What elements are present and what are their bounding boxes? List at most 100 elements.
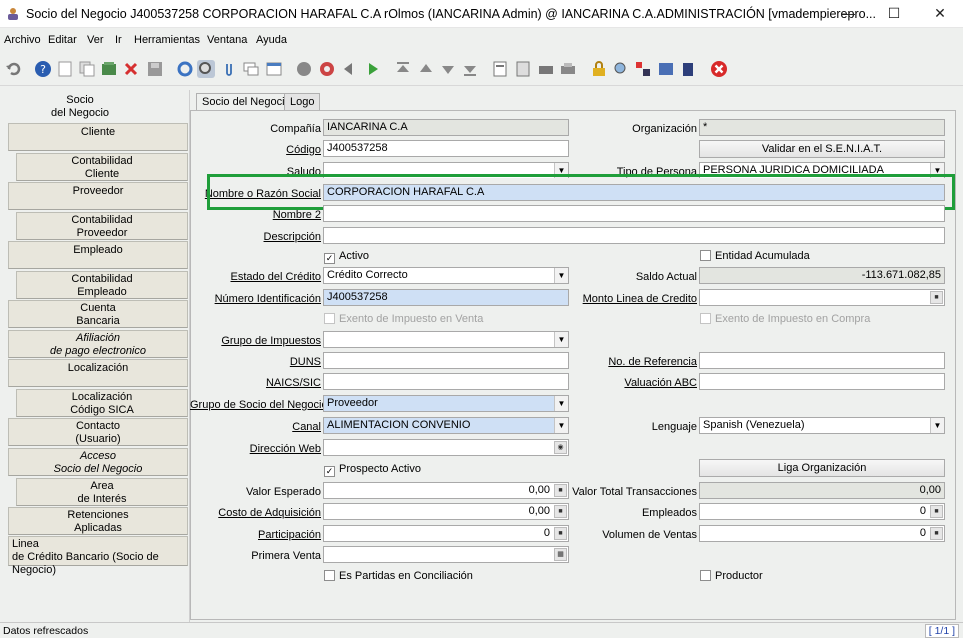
- grupo-impuestos-select[interactable]: ▼: [323, 331, 569, 348]
- left-tab-retenciones[interactable]: Retenciones Aplicadas: [8, 507, 188, 535]
- find-icon[interactable]: [197, 60, 215, 78]
- left-tab-contabilidad-proveedor[interactable]: Contabilidad Proveedor: [16, 212, 188, 240]
- home-icon[interactable]: [318, 60, 336, 78]
- previous-icon[interactable]: [417, 60, 435, 78]
- chevron-down-icon[interactable]: ▼: [554, 332, 568, 347]
- archive-icon[interactable]: [514, 60, 532, 78]
- direccion-web-input[interactable]: ◉: [323, 439, 569, 456]
- valor-esperado-input[interactable]: 0,00 ■: [323, 482, 569, 499]
- no-referencia-input[interactable]: [699, 352, 945, 369]
- exento-venta-checkbox[interactable]: Exento de Impuesto en Venta: [324, 313, 483, 325]
- menu-herramientas[interactable]: Herramientas: [134, 34, 200, 46]
- menu-editar[interactable]: Editar: [48, 34, 77, 46]
- lock-icon[interactable]: [590, 60, 608, 78]
- left-tab-acceso[interactable]: Acceso Socio del Negocio: [8, 448, 188, 476]
- participacion-input[interactable]: 0 ■: [323, 525, 569, 542]
- undo-icon[interactable]: [4, 60, 22, 78]
- left-tab-afiliacion-pago[interactable]: Afiliación de pago electronico: [8, 330, 188, 358]
- product-info-icon[interactable]: [657, 60, 675, 78]
- left-tab-contabilidad-empleado[interactable]: Contabilidad Empleado: [16, 271, 188, 299]
- entidad-acumulada-checkbox[interactable]: Entidad Acumulada: [700, 250, 810, 262]
- print-icon[interactable]: [559, 60, 577, 78]
- tab-logo[interactable]: Logo: [284, 93, 321, 110]
- copy-icon[interactable]: [78, 60, 96, 78]
- left-tab-socio-negocio[interactable]: Socio del Negocio: [30, 94, 130, 122]
- calculator-icon[interactable]: ■: [930, 527, 943, 540]
- empleados-input[interactable]: 0 ■: [699, 503, 945, 520]
- menu-ayuda[interactable]: Ayuda: [256, 34, 287, 46]
- liga-organizacion-button[interactable]: Liga Organización: [699, 459, 945, 477]
- history-icon[interactable]: [295, 60, 313, 78]
- left-tab-contabilidad-cliente[interactable]: Contabilidad Cliente: [16, 153, 188, 181]
- menu-archivo[interactable]: Archivo: [4, 34, 41, 46]
- print-preview-icon[interactable]: [537, 60, 555, 78]
- minimize-button[interactable]: —: [825, 0, 871, 28]
- refresh-icon[interactable]: [176, 60, 194, 78]
- new-icon[interactable]: [56, 60, 74, 78]
- chat-icon[interactable]: [242, 60, 260, 78]
- lenguaje-select[interactable]: Spanish (Venezuela) ▼: [699, 417, 945, 434]
- monto-linea-input[interactable]: ■: [699, 289, 945, 306]
- validar-seniat-button[interactable]: Validar en el S.E.N.I.A.T.: [699, 140, 945, 158]
- estado-credito-select[interactable]: Crédito Correcto ▼: [323, 267, 569, 284]
- canal-select[interactable]: ALIMENTACION CONVENIO ▼: [323, 417, 569, 434]
- costo-adq-input[interactable]: 0,00 ■: [323, 503, 569, 520]
- grupo-socio-select[interactable]: Proveedor ▼: [323, 395, 569, 412]
- globe-icon[interactable]: ◉: [554, 441, 567, 454]
- menu-ir[interactable]: Ir: [115, 34, 122, 46]
- descripcion-input[interactable]: [323, 227, 945, 244]
- calculator-icon[interactable]: ■: [930, 291, 943, 304]
- close-window-button[interactable]: ✕: [917, 0, 963, 28]
- help-icon[interactable]: ?: [34, 60, 52, 78]
- detail-icon[interactable]: [363, 60, 381, 78]
- calendar-icon[interactable]: ▦: [554, 548, 567, 561]
- numero-id-input[interactable]: J400537258: [323, 289, 569, 306]
- calculator-icon[interactable]: ■: [930, 505, 943, 518]
- activo-checkbox[interactable]: ✓ Activo: [324, 250, 369, 264]
- partidas-checkbox[interactable]: Es Partidas en Conciliación: [324, 570, 473, 582]
- left-tab-linea-credito[interactable]: Linea de Crédito Bancario (Socio de Nego…: [8, 536, 188, 576]
- estado-credito-label: Estado del Crédito: [230, 271, 322, 283]
- attachment-icon[interactable]: [220, 60, 238, 78]
- naics-input[interactable]: [323, 373, 569, 390]
- menu-ventana[interactable]: Ventana: [207, 34, 247, 46]
- productor-checkbox[interactable]: Productor: [700, 570, 763, 582]
- parent-icon[interactable]: [341, 60, 359, 78]
- menu-bar: Archivo Editar Ver Ir Herramientas Venta…: [0, 30, 963, 50]
- delete-icon[interactable]: [122, 60, 140, 78]
- record-counter[interactable]: [ 1/1 ]: [924, 624, 959, 638]
- delete-selection-icon[interactable]: [100, 60, 118, 78]
- tab-socio-del-negocio[interactable]: Socio del Negocio: [196, 93, 297, 110]
- left-tab-area-interes[interactable]: Area de Interés: [16, 478, 188, 506]
- primera-venta-input[interactable]: ▦: [323, 546, 569, 563]
- left-tab-cuenta-bancaria[interactable]: Cuenta Bancaria: [8, 300, 188, 328]
- duns-input[interactable]: [323, 352, 569, 369]
- next-icon[interactable]: [439, 60, 457, 78]
- chevron-down-icon[interactable]: ▼: [930, 418, 944, 433]
- last-icon[interactable]: [461, 60, 479, 78]
- first-icon[interactable]: [394, 60, 412, 78]
- save-icon[interactable]: [146, 60, 164, 78]
- grid-toggle-icon[interactable]: [265, 60, 283, 78]
- volumen-input[interactable]: 0 ■: [699, 525, 945, 542]
- request-icon[interactable]: [634, 60, 652, 78]
- left-tab-localizacion[interactable]: Localización: [8, 359, 188, 387]
- report-icon[interactable]: [491, 60, 509, 78]
- maximize-button[interactable]: ☐: [871, 0, 917, 28]
- left-tab-localizacion-sica[interactable]: Localización Código SICA: [16, 389, 188, 417]
- left-tab-contacto[interactable]: Contacto (Usuario): [8, 418, 188, 446]
- zoom-across-icon[interactable]: [612, 60, 630, 78]
- valuacion-input[interactable]: [699, 373, 945, 390]
- exento-compra-checkbox[interactable]: Exento de Impuesto en Compra: [700, 313, 870, 325]
- codigo-input[interactable]: J400537258: [323, 140, 569, 157]
- left-tab-proveedor[interactable]: Proveedor: [8, 182, 188, 210]
- left-tab-empleado[interactable]: Empleado: [8, 241, 188, 269]
- workflow-icon[interactable]: [679, 60, 697, 78]
- window-title: Socio del Negocio J400537258 CORPORACION…: [26, 7, 876, 21]
- prospecto-checkbox[interactable]: ✓ Prospecto Activo: [324, 463, 421, 477]
- left-tab-cliente[interactable]: Cliente: [8, 123, 188, 151]
- chevron-down-icon[interactable]: ▼: [554, 396, 568, 411]
- nombre2-input[interactable]: [323, 205, 945, 222]
- exit-icon[interactable]: [710, 60, 728, 78]
- menu-ver[interactable]: Ver: [87, 34, 104, 46]
